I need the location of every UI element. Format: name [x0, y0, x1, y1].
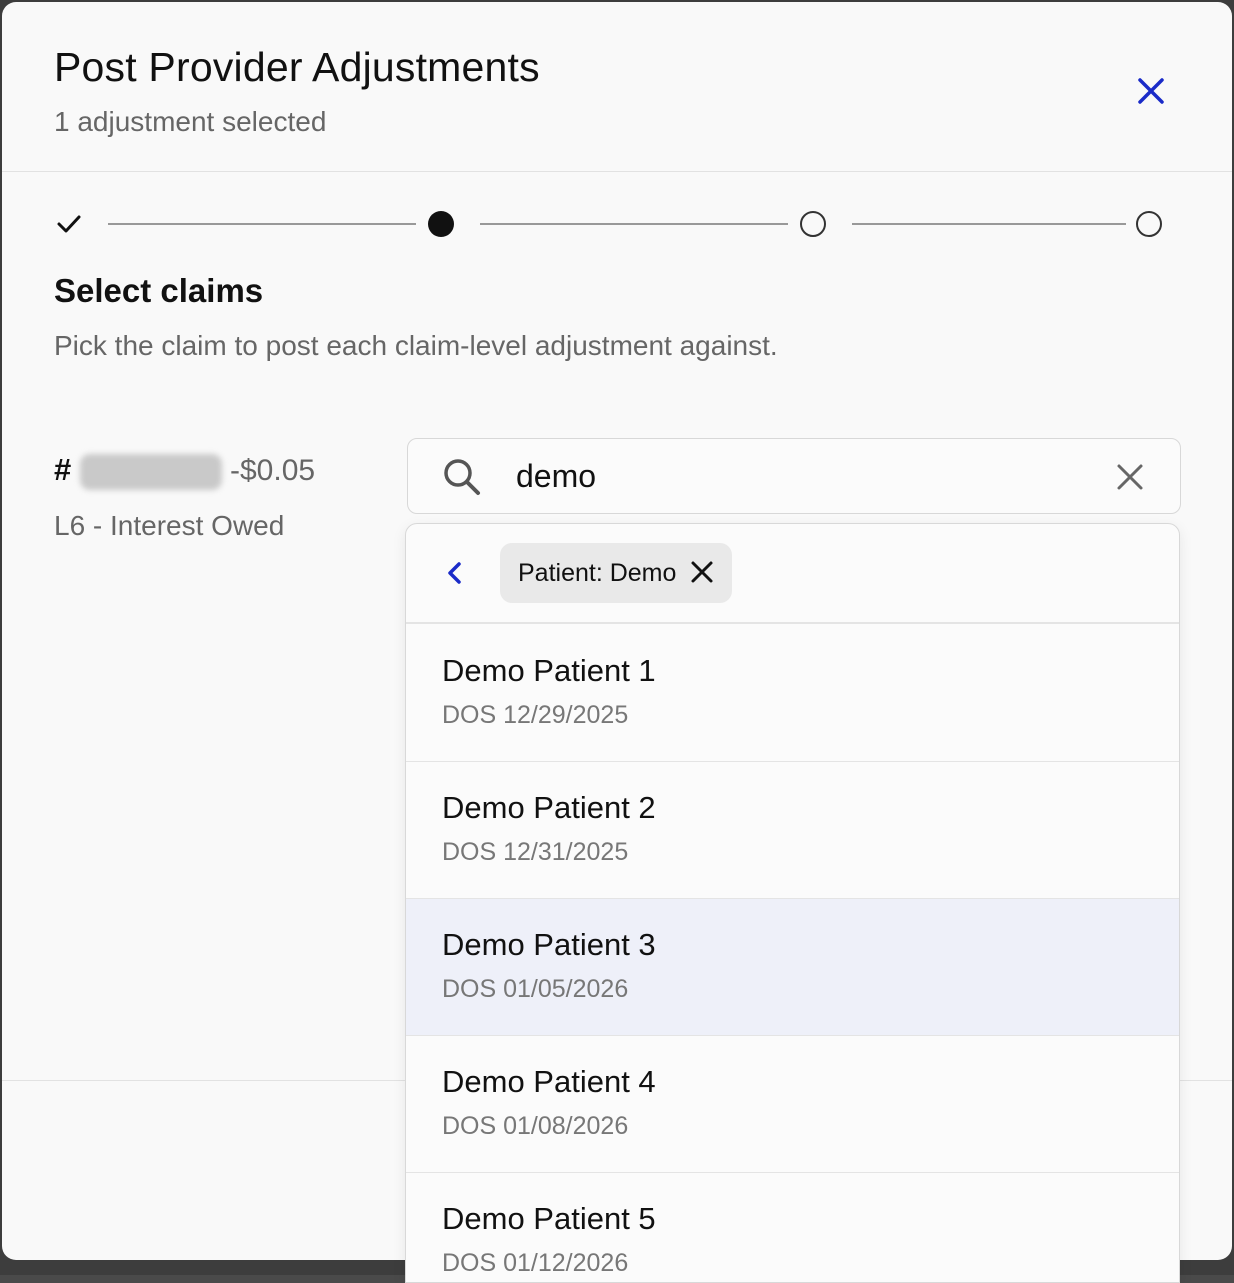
- result-item-highlighted[interactable]: Demo Patient 3 DOS 01/05/2026: [406, 899, 1179, 1036]
- close-button[interactable]: [1130, 70, 1172, 112]
- adjustment-reason-code: L6 - Interest Owed: [54, 510, 285, 541]
- claim-search-input[interactable]: [516, 453, 1076, 499]
- close-icon: [1138, 78, 1164, 104]
- step-complete-check-icon: [57, 215, 81, 233]
- search-results-dropdown: Patient: Demo Demo Patient 1 DOS 12/29/2…: [405, 523, 1180, 1283]
- modal-title: Post Provider Adjustments: [54, 44, 540, 90]
- result-item[interactable]: Demo Patient 4 DOS 01/08/2026: [406, 1036, 1179, 1173]
- patient-filter-chip: Patient: Demo: [500, 543, 732, 603]
- claim-search-box: [407, 438, 1181, 514]
- result-patient-name: Demo Patient 4: [442, 1064, 656, 1099]
- result-patient-name: Demo Patient 2: [442, 790, 656, 825]
- step-connector: [108, 223, 416, 225]
- filter-chip-label: Patient: Demo: [518, 559, 677, 587]
- result-item[interactable]: Demo Patient 2 DOS 12/31/2025: [406, 762, 1179, 899]
- remove-filter-icon[interactable]: [690, 560, 714, 584]
- result-patient-name: Demo Patient 3: [442, 927, 656, 962]
- step-pending-dot: [1136, 211, 1162, 237]
- section-title: Select claims: [54, 272, 264, 309]
- result-patient-name: Demo Patient 5: [442, 1201, 656, 1236]
- step-pending-dot: [800, 211, 826, 237]
- result-date-of-service: DOS 01/12/2026: [442, 1249, 629, 1277]
- result-date-of-service: DOS 12/31/2025: [442, 838, 629, 866]
- redacted-claim-number: [80, 454, 222, 490]
- chevron-left-icon[interactable]: [442, 560, 468, 586]
- result-date-of-service: DOS 01/05/2026: [442, 975, 629, 1003]
- results-list: Demo Patient 1 DOS 12/29/2025 Demo Patie…: [406, 625, 1179, 1282]
- claim-number-prefix: #: [54, 452, 72, 487]
- result-date-of-service: DOS 12/29/2025: [442, 701, 629, 729]
- step-active-dot: [428, 211, 454, 237]
- step-connector: [480, 223, 788, 225]
- result-item[interactable]: Demo Patient 5 DOS 01/12/2026: [406, 1173, 1179, 1282]
- progress-stepper: [54, 202, 1184, 248]
- adjustment-amount: -$0.05: [230, 454, 316, 487]
- result-patient-name: Demo Patient 1: [442, 653, 656, 688]
- filter-bar: Patient: Demo: [406, 524, 1179, 624]
- modal-header: Post Provider Adjustments 1 adjustment s…: [2, 2, 1232, 172]
- modal-subtitle: 1 adjustment selected: [54, 106, 327, 137]
- result-item[interactable]: Demo Patient 1 DOS 12/29/2025: [406, 625, 1179, 762]
- clear-search-icon[interactable]: [1114, 461, 1146, 493]
- step-connector: [852, 223, 1126, 225]
- result-date-of-service: DOS 01/08/2026: [442, 1112, 629, 1140]
- section-description: Pick the claim to post each claim-level …: [54, 330, 778, 361]
- search-icon: [444, 459, 480, 495]
